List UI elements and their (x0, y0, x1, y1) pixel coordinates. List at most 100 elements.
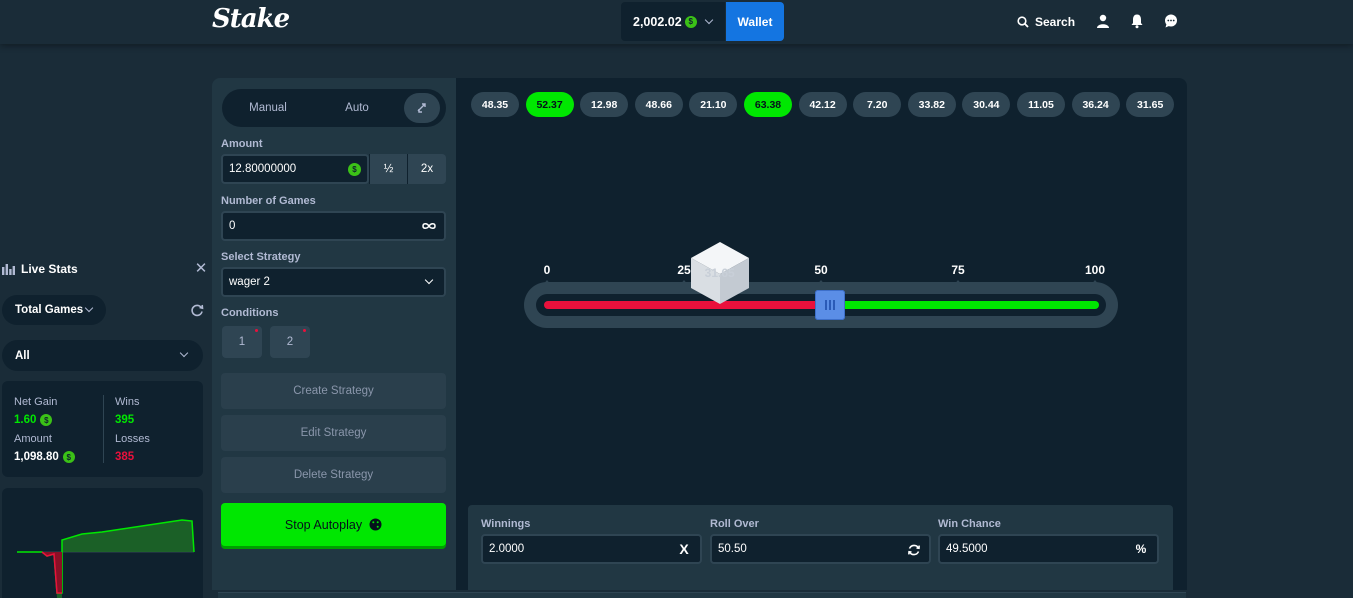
history-result-pill[interactable]: 48.66 (634, 92, 683, 117)
multiplier-value: 2.0000 (489, 543, 525, 555)
coin-icon: $ (62, 451, 75, 463)
condition-1-button[interactable]: 1 (222, 326, 262, 358)
wallet-button[interactable]: Wallet (726, 2, 784, 41)
amount-label: Amount (14, 433, 52, 445)
losses-label: Losses (115, 433, 150, 445)
stop-autoplay-label: Stop Autoplay (284, 517, 363, 532)
history-result-pill[interactable]: 30.44 (962, 92, 1011, 117)
game-footer-strip (218, 592, 1186, 598)
history-result-pill[interactable]: 11.05 (1017, 92, 1065, 117)
coin-icon: $ (40, 414, 53, 426)
slider-tick-label: 75 (951, 263, 965, 277)
history-result-pill[interactable]: 7.20 (853, 92, 902, 117)
half-amount-button[interactable]: ½ (369, 154, 407, 184)
condition-indicator-dot (303, 329, 306, 332)
live-stats-label: Live Stats (21, 262, 78, 276)
slider-tick-label: 50 (814, 263, 828, 277)
profit-chart-graphic (17, 519, 195, 598)
history-result-pill[interactable]: 12.98 (580, 92, 629, 117)
stop-autoplay-button[interactable]: Stop Autoplay (221, 503, 446, 546)
chevron-down-icon (424, 275, 434, 285)
number-of-games-input[interactable]: 0 (221, 211, 446, 241)
amount-number: 1,098.80 (14, 451, 59, 463)
create-strategy-button[interactable]: Create Strategy (221, 373, 446, 409)
winnings-label: Winnings (481, 518, 531, 530)
profit-chart (2, 488, 203, 598)
number-of-games-value: 0 (229, 220, 236, 232)
win-range-bar (824, 301, 1099, 309)
chevron-down-icon (704, 15, 713, 24)
condition-2-label: 2 (286, 336, 294, 348)
stats-summary-card: Net Gain 1.60 $ Amount 1,098.80 $ Wins 3… (2, 381, 203, 477)
chevron-down-icon (84, 303, 94, 313)
multiplier-input[interactable]: 2.0000 X (481, 534, 702, 564)
history-result-pill[interactable]: 21.10 (689, 92, 738, 117)
scope-filter-value: All (15, 349, 30, 362)
swap-mode-button[interactable] (404, 93, 440, 123)
losses-value: 385 (115, 451, 135, 463)
swap-icon (417, 103, 426, 113)
tab-manual[interactable]: Manual (222, 89, 314, 127)
search-label: Search (1035, 15, 1076, 29)
edit-strategy-button[interactable]: Edit Strategy (221, 415, 446, 451)
win-chance-input[interactable]: 49.5000 % (938, 534, 1159, 564)
history-result-pill[interactable]: 33.82 (907, 92, 956, 117)
dice-icon (369, 518, 382, 531)
lose-range-bar (544, 301, 825, 309)
close-icon[interactable]: ✕ (194, 261, 208, 276)
slider-tick-label: 0 (543, 263, 551, 277)
live-stats-title: Live Stats (2, 260, 208, 278)
coin-icon: $ (348, 163, 361, 176)
stake-logo[interactable]: Stake (212, 4, 290, 34)
bell-icon[interactable] (1129, 13, 1145, 29)
net-gain-label: Net Gain (14, 396, 58, 408)
user-icon[interactable] (1095, 13, 1111, 29)
multiplier-suffix: X (679, 541, 689, 557)
balance-value: 2,002.02 (633, 14, 682, 29)
dice-result-value: 31.65 (704, 266, 735, 280)
win-chance-value: 49.5000 (946, 543, 988, 555)
bet-amount-input[interactable]: 12.80000000 $ (221, 154, 369, 184)
strategy-select[interactable]: wager 2 (221, 267, 446, 297)
games-filter-select[interactable]: Total Games (2, 295, 106, 325)
chat-icon[interactable] (1163, 13, 1179, 29)
bet-amount-value: 12.80000000 (229, 163, 297, 175)
condition-indicator-dot (255, 329, 258, 332)
refresh-icon[interactable] (190, 303, 204, 317)
delete-strategy-button[interactable]: Delete Strategy (221, 457, 446, 493)
history-result-pill[interactable]: 48.35 (471, 92, 519, 117)
balance-selector[interactable]: 2,002.02 $ (621, 2, 725, 41)
percent-suffix: % (1135, 542, 1147, 556)
wins-value: 395 (115, 414, 135, 426)
roll-over-value: 50.50 (718, 543, 747, 555)
condition-1-label: 1 (238, 336, 246, 348)
conditions-field-label: Conditions (221, 307, 279, 319)
coin-icon: $ (684, 15, 697, 28)
strategy-value: wager 2 (229, 276, 270, 288)
history-result-pill[interactable]: 52.37 (525, 92, 574, 117)
history-result-pill[interactable]: 63.38 (744, 92, 792, 117)
net-gain-number: 1.60 (14, 414, 37, 426)
double-amount-button[interactable]: 2x (407, 154, 446, 184)
roll-over-slider-handle[interactable] (815, 290, 846, 320)
amount-field-label: Amount (221, 138, 263, 150)
strategy-field-label: Select Strategy (221, 251, 301, 263)
wins-label: Wins (115, 396, 140, 408)
tab-auto[interactable]: Auto (314, 89, 400, 127)
win-chance-label: Win Chance (938, 518, 1001, 530)
net-gain-value: 1.60 $ (14, 414, 53, 426)
history-result-pill[interactable]: 36.24 (1071, 92, 1120, 117)
condition-2-button[interactable]: 2 (270, 326, 310, 358)
history-result-pill[interactable]: 31.65 (1126, 92, 1175, 117)
roll-over-input[interactable]: 50.50 (710, 534, 931, 564)
search-icon (1017, 16, 1029, 28)
toggle-roll-icon[interactable] (907, 543, 921, 557)
history-result-pill[interactable]: 42.12 (798, 92, 847, 117)
top-header: Stake 2,002.02 $ Wallet Search (0, 0, 1353, 44)
stats-divider (103, 395, 104, 463)
scope-filter-select[interactable]: All (2, 340, 203, 371)
stats-chart-icon (2, 264, 15, 275)
search-button[interactable]: Search (1017, 12, 1075, 32)
infinity-icon (422, 223, 436, 229)
games-filter-value: Total Games (15, 304, 84, 316)
